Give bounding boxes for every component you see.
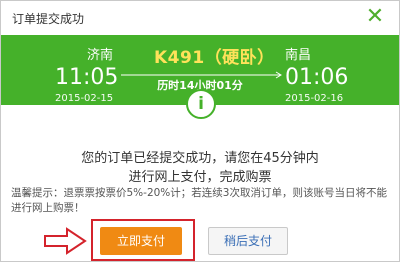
success-message-line2: 进行网上支付，完成购票 (128, 170, 272, 185)
depart-date: 2015-02-15 (55, 93, 114, 104)
to-station: 南昌 (285, 48, 312, 63)
pointer-arrow-icon (43, 226, 89, 256)
order-success-dialog: 订单提交成功 ✕ 济南 K491（硬卧） 南昌 11:05 01:06 历时14… (0, 0, 400, 262)
route-arrow-icon (121, 71, 285, 79)
close-icon[interactable]: ✕ (365, 6, 385, 28)
dialog-title: 订单提交成功 (12, 12, 85, 26)
train-number: K491（硬卧） (154, 48, 275, 68)
dialog-title-bar: 订单提交成功 ✕ (1, 1, 399, 35)
success-message-line1: 您的订单已经提交成功，请您在45分钟内 (81, 151, 319, 166)
pay-later-button[interactable]: 稍后支付 (208, 227, 288, 255)
warm-tip: 温馨提示：退票票按票价5%-20%计；若连续3次取消订单，则该账号当日将不能进行… (11, 187, 387, 214)
from-station: 济南 (87, 48, 114, 63)
arrive-date: 2015-02-16 (285, 93, 344, 104)
pay-now-button[interactable]: 立即支付 (100, 227, 182, 255)
info-icon: i (186, 89, 216, 119)
